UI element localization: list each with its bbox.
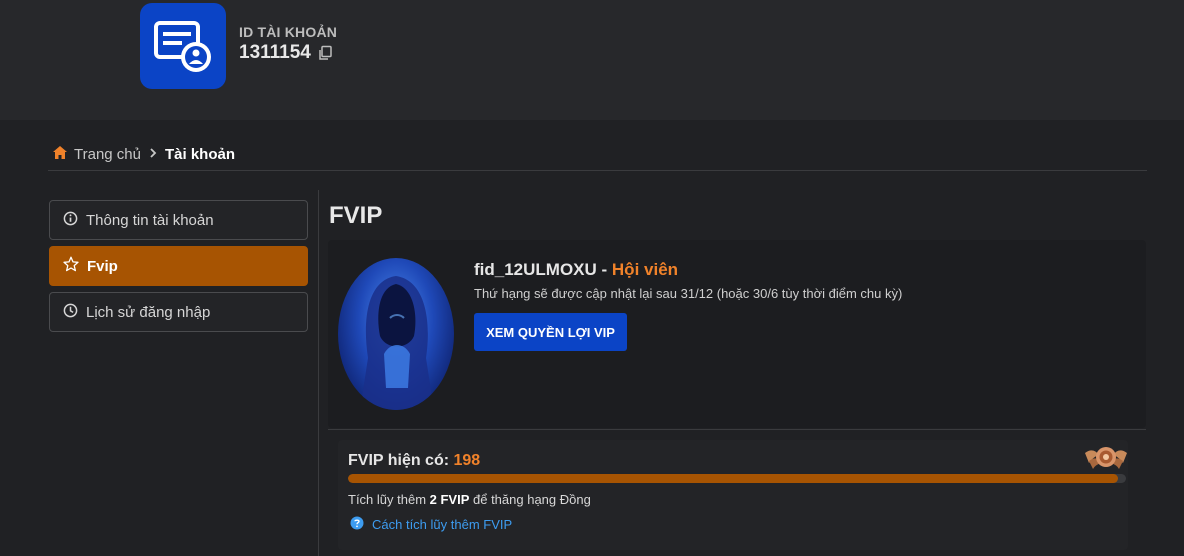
breadcrumb-current: Tài khoản bbox=[164, 146, 235, 163]
avatar bbox=[338, 258, 454, 410]
how-to-earn-fvip-label: Cách tích lũy thêm FVIP bbox=[372, 517, 513, 532]
view-vip-benefits-button[interactable]: XEM QUYỀN LỢI VIP bbox=[474, 313, 627, 351]
section-divider bbox=[328, 429, 1146, 430]
fvip-progress-fill bbox=[348, 474, 1119, 483]
bronze-rank-badge-icon bbox=[1083, 443, 1129, 471]
clock-icon bbox=[63, 303, 78, 322]
account-sidebar: Thông tin tài khoản Fvip Lịch sử đăng nh… bbox=[49, 200, 308, 338]
fvip-points-value: 198 bbox=[453, 452, 481, 469]
breadcrumb-home-link[interactable]: Trang chủ bbox=[52, 145, 141, 164]
sidebar-item-fvip[interactable]: Fvip bbox=[49, 246, 308, 286]
how-to-earn-fvip-link[interactable]: Cách tích lũy thêm FVIP bbox=[350, 516, 512, 533]
chevron-right-icon bbox=[147, 146, 159, 163]
breadcrumb-divider bbox=[48, 170, 1147, 171]
fvip-points-line: FVIP hiện có: 198 bbox=[348, 452, 480, 470]
help-icon bbox=[350, 516, 364, 533]
name-separator: - bbox=[596, 260, 612, 279]
info-icon bbox=[63, 211, 78, 230]
fvip-progress-bar bbox=[348, 474, 1126, 483]
sidebar-item-label: Thông tin tài khoản bbox=[86, 211, 214, 229]
username: fid_12ULMOXU bbox=[474, 260, 597, 279]
copy-icon[interactable] bbox=[317, 45, 333, 61]
sidebar-divider bbox=[318, 190, 319, 556]
rank-up-suffix: để thăng hạng Đồng bbox=[469, 492, 591, 507]
account-id-value: 1311154 bbox=[239, 42, 311, 63]
breadcrumb-home-label: Trang chủ bbox=[74, 146, 141, 163]
member-name-line: fid_12ULMOXU - Hội viên bbox=[474, 260, 678, 280]
account-id-label: ID TÀI KHOẢN bbox=[239, 24, 338, 40]
page-title: FVIP bbox=[329, 202, 383, 229]
member-rank: Hội viên bbox=[611, 260, 679, 279]
home-icon bbox=[52, 145, 68, 164]
sidebar-item-label: Lịch sử đăng nhập bbox=[86, 303, 211, 321]
rank-up-prefix: Tích lũy thêm bbox=[348, 492, 430, 507]
rank-update-note: Thứ hạng sẽ được cập nhật lại sau 31/12 … bbox=[474, 286, 903, 301]
sidebar-item-account-info[interactable]: Thông tin tài khoản bbox=[49, 200, 308, 240]
sidebar-item-label: Fvip bbox=[87, 257, 118, 275]
fvip-points-label: FVIP hiện có: bbox=[348, 452, 454, 469]
star-icon bbox=[63, 256, 79, 276]
breadcrumb: Trang chủ Tài khoản bbox=[52, 145, 235, 164]
account-card-icon bbox=[140, 3, 226, 89]
account-id-row: 1311154 bbox=[239, 42, 333, 64]
rank-up-hint: Tích lũy thêm 2 FVIP để thăng hạng Đồng bbox=[348, 492, 591, 507]
rank-up-amount: 2 FVIP bbox=[429, 492, 470, 507]
sidebar-item-login-history[interactable]: Lịch sử đăng nhập bbox=[49, 292, 308, 332]
